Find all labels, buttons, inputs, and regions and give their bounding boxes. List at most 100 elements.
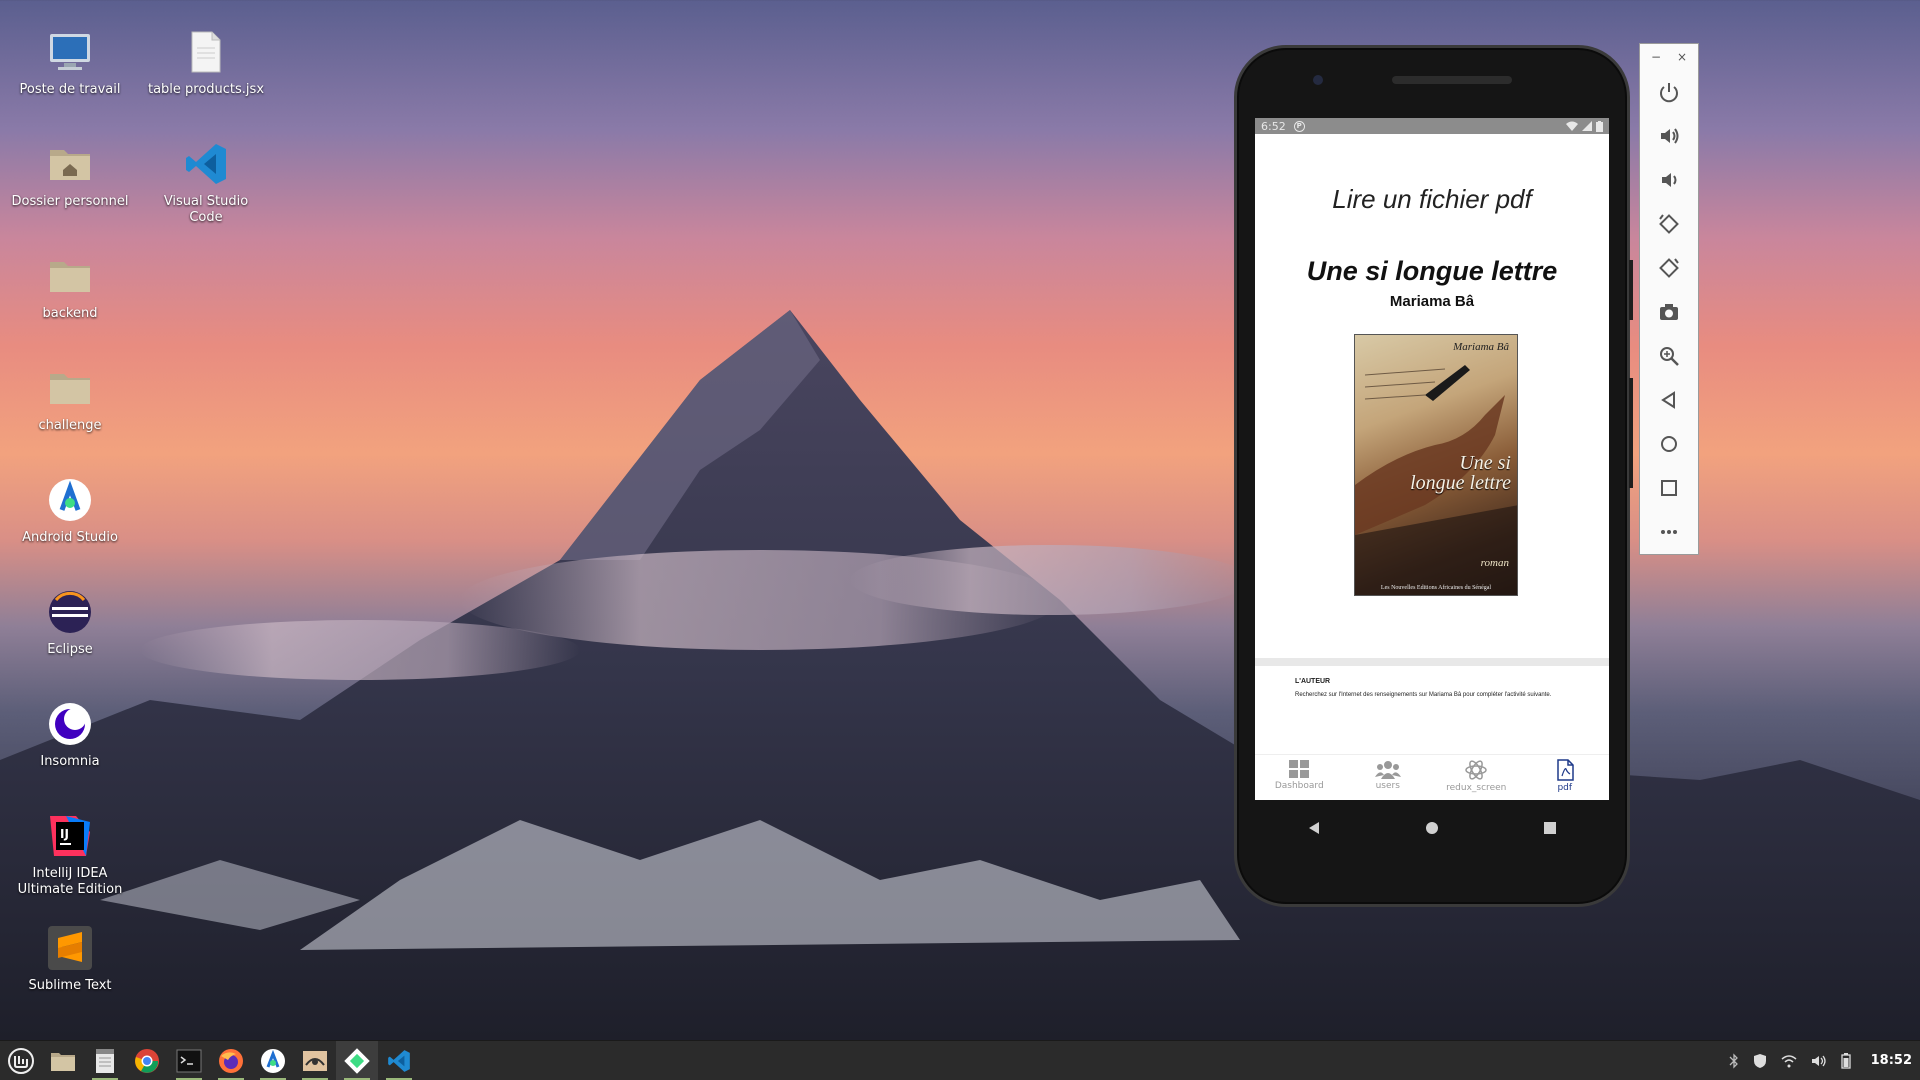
battery-icon <box>1596 120 1603 132</box>
taskbar-android-studio[interactable] <box>252 1041 294 1080</box>
text-editor-icon <box>96 1048 114 1073</box>
android-status-bar: 6:52 P <box>1255 118 1609 134</box>
desktop-icon-label: challenge <box>38 418 102 433</box>
overview-icon <box>1661 480 1677 496</box>
taskbar-image-viewer[interactable] <box>294 1041 336 1080</box>
rotate-left-icon <box>1659 214 1679 234</box>
desktop-icon-dossier-personnel[interactable]: Dossier personnel <box>10 140 130 210</box>
close-button[interactable]: × <box>1677 50 1687 64</box>
status-time: 6:52 <box>1261 119 1286 133</box>
minimize-button[interactable]: − <box>1651 50 1661 64</box>
more-icon <box>1661 530 1677 534</box>
cover-title: Une si longue lettre <box>1410 452 1511 494</box>
firefox-icon <box>219 1048 243 1073</box>
redux-icon <box>1465 760 1487 780</box>
zoom-button[interactable] <box>1640 334 1698 378</box>
tab-label: users <box>1375 781 1400 791</box>
more-button[interactable] <box>1640 510 1698 554</box>
vscode-icon <box>388 1049 410 1072</box>
back-button[interactable] <box>1640 378 1698 422</box>
desktop-icon-sublime[interactable]: Sublime Text <box>10 924 130 994</box>
overview-button[interactable] <box>1640 466 1698 510</box>
taskbar-vscode[interactable] <box>378 1041 420 1080</box>
book-title: Une si longue lettre <box>1306 256 1558 286</box>
folder-icon <box>50 262 90 292</box>
tab-dashboard[interactable]: Dashboard <box>1255 755 1344 800</box>
volume-up-button[interactable] <box>1640 114 1698 158</box>
earpiece-speaker <box>1392 76 1512 84</box>
taskbar-emulator[interactable] <box>336 1040 378 1080</box>
desktop-icon-android-studio[interactable]: Android Studio <box>10 476 130 546</box>
taskbar: 18:52 <box>0 1040 1920 1080</box>
cover-author: Mariama Bâ <box>1453 341 1509 353</box>
dashboard-icon <box>1289 760 1310 778</box>
desktop-icon-challenge[interactable]: challenge <box>10 364 130 434</box>
users-icon <box>1374 761 1401 779</box>
desktop-icon-label: IntelliJ IDEA Ultimate Edition <box>17 866 123 897</box>
tab-label: redux_screen <box>1446 783 1507 793</box>
intellij-icon: IJ <box>50 816 90 856</box>
emulator-window-controls: − × <box>1640 44 1698 70</box>
overview-icon[interactable] <box>1542 820 1558 836</box>
phone-screen[interactable]: 6:52 P Lire un fichier pdf Une si longue… <box>1255 118 1609 800</box>
battery-icon[interactable] <box>1840 1052 1851 1069</box>
file-icon <box>191 31 221 73</box>
cover-publisher: Les Nouvelles Editions Africaines du Sén… <box>1380 585 1492 591</box>
desktop-icon-label: Insomnia <box>40 754 100 769</box>
cover-genre: roman <box>1480 557 1509 569</box>
desktop-icon-backend[interactable]: backend <box>10 252 130 322</box>
pdf-page-separator <box>1255 658 1609 666</box>
tab-users[interactable]: users <box>1344 755 1433 800</box>
folder-icon <box>51 1052 75 1071</box>
desktop-icon-table-products[interactable]: table products.jsx <box>146 28 266 98</box>
volume-icon[interactable] <box>1811 1054 1827 1068</box>
rotate-right-button[interactable] <box>1640 246 1698 290</box>
power-button[interactable] <box>1640 70 1698 114</box>
vscode-icon <box>186 144 226 184</box>
rotate-left-button[interactable] <box>1640 202 1698 246</box>
taskbar-file-manager[interactable] <box>42 1041 84 1080</box>
eclipse-icon <box>49 591 91 633</box>
desktop-icon-label: Android Studio <box>22 530 118 545</box>
page2-text: Recherchez sur l'Internet des renseignem… <box>1295 692 1552 698</box>
system-tray: 18:52 <box>1729 1052 1920 1069</box>
shield-icon[interactable] <box>1753 1053 1767 1069</box>
taskbar-firefox[interactable] <box>210 1041 252 1080</box>
bluetooth-icon[interactable] <box>1729 1052 1739 1069</box>
pdf-viewer[interactable]: Une si longue lettre Mariama Bâ Mariama … <box>1255 248 1609 596</box>
linux-mint-icon <box>8 1047 34 1074</box>
tab-redux-screen[interactable]: redux_screen <box>1432 755 1521 800</box>
power-icon <box>1660 83 1678 103</box>
home-icon[interactable] <box>1424 820 1440 836</box>
tab-label: Dashboard <box>1274 781 1324 791</box>
wifi-icon[interactable] <box>1781 1054 1797 1068</box>
volume-up-icon <box>1661 128 1679 144</box>
page2-heading: L'AUTEUR <box>1295 678 1331 685</box>
desktop-icon-vscode[interactable]: Visual Studio Code <box>146 140 266 226</box>
folder-icon <box>50 374 90 404</box>
back-icon[interactable] <box>1306 820 1322 836</box>
start-menu-button[interactable] <box>0 1041 42 1080</box>
desktop-icon-intellij[interactable]: IJ IntelliJ IDEA Ultimate Edition <box>10 812 130 898</box>
tab-label: pdf <box>1557 783 1573 793</box>
phone-side-button[interactable] <box>1629 378 1633 488</box>
volume-down-button[interactable] <box>1640 158 1698 202</box>
rotate-right-icon <box>1659 258 1679 278</box>
android-navigation-bar <box>1255 808 1609 848</box>
taskbar-text-editor[interactable] <box>84 1041 126 1080</box>
desktop-icon-label: Dossier personnel <box>11 194 129 209</box>
phone-side-button[interactable] <box>1629 260 1633 320</box>
volume-down-icon <box>1662 173 1677 187</box>
tab-pdf[interactable]: pdf <box>1521 755 1610 800</box>
home-button[interactable] <box>1640 422 1698 466</box>
pdf-icon <box>1557 759 1574 781</box>
taskbar-chrome[interactable] <box>126 1041 168 1080</box>
taskbar-terminal[interactable] <box>168 1041 210 1080</box>
clock[interactable]: 18:52 <box>1871 1053 1912 1068</box>
desktop-icon-label: Eclipse <box>47 642 93 657</box>
screenshot-button[interactable] <box>1640 290 1698 334</box>
desktop-icon-poste-de-travail[interactable]: Poste de travail <box>10 28 130 98</box>
android-studio-icon <box>261 1048 285 1073</box>
desktop-icon-insomnia[interactable]: Insomnia <box>10 700 130 770</box>
desktop-icon-eclipse[interactable]: Eclipse <box>10 588 130 658</box>
